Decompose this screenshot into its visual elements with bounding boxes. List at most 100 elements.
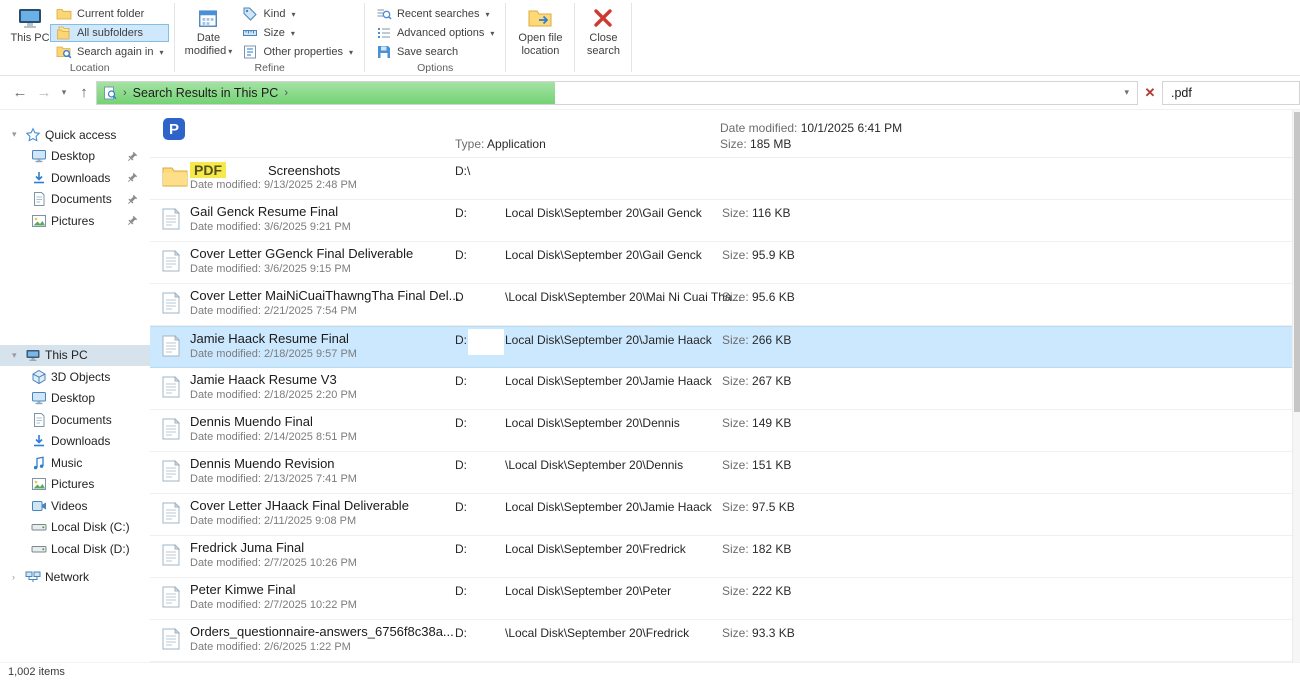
result-row[interactable]: Fredrick Juma Final Date modified: 2/7/20… xyxy=(150,536,1292,578)
this-pc-button[interactable]: This PC xyxy=(10,2,50,45)
result-row-application[interactable]: P Date modified: 10/1/2025 6:41 PM Type:… xyxy=(150,110,1292,158)
sidebar-item-network[interactable]: › Network xyxy=(0,567,150,589)
other-properties-label: Other properties xyxy=(263,46,342,58)
current-folder-label: Current folder xyxy=(77,8,144,20)
application-date: Date modified: 10/1/2025 6:41 PM xyxy=(720,121,902,135)
recent-locations-chevron-icon[interactable]: ▾ xyxy=(56,87,72,98)
location-group-label: Location xyxy=(6,62,173,74)
close-search-label: Close search xyxy=(580,32,626,58)
type-value: Application xyxy=(487,137,546,151)
result-row[interactable]: Cover Letter JHaack Final DeliverableDat… xyxy=(150,494,1292,536)
kind-button[interactable]: Kind ▾ xyxy=(236,5,359,23)
forward-button[interactable]: → xyxy=(32,84,56,101)
refine-group-label: Refine xyxy=(176,62,363,74)
recent-searches-button[interactable]: Recent searches ▾ xyxy=(370,5,500,23)
drive-icon xyxy=(31,541,51,557)
kind-label: Kind xyxy=(263,8,285,20)
file-date-modified: Date modified: 2/7/2025 10:26 PM xyxy=(190,557,357,569)
scrollbar-thumb[interactable] xyxy=(1294,112,1300,412)
file-name: Cover Letter GGenck Final Deliverable xyxy=(190,246,413,261)
all-subfolders-label: All subfolders xyxy=(77,27,143,39)
up-button[interactable]: ↑ xyxy=(72,84,96,101)
address-dropdown-icon[interactable]: ▾ xyxy=(1118,87,1135,98)
address-bar[interactable]: › Search Results in This PC › ▾ xyxy=(96,81,1138,105)
download-icon xyxy=(31,170,51,186)
sidebar-item-label: Network xyxy=(45,570,89,584)
sidebar-item-downloads[interactable]: Downloads xyxy=(0,167,150,189)
open-file-location-button[interactable]: Open file location xyxy=(511,2,569,58)
sidebar-item-local-disk-c-[interactable]: Local Disk (C:) xyxy=(0,517,150,539)
advanced-options-button[interactable]: Advanced options ▾ xyxy=(370,24,500,42)
advanced-options-label: Advanced options xyxy=(397,27,484,39)
sidebar-item-this-pc[interactable]: ▾This PC xyxy=(0,345,150,367)
result-row[interactable]: Cover Letter GGenck Final DeliverableDat… xyxy=(150,242,1292,284)
date-modified-label: Date modified: xyxy=(720,121,797,135)
save-search-label: Save search xyxy=(397,46,458,58)
result-row[interactable]: Cover Letter MaiNiCuaiThawngTha Final De… xyxy=(150,284,1292,326)
explorer-body: ▾Quick accessDesktopDownloadsDocumentsPi… xyxy=(0,110,1300,662)
sidebar-item-pictures[interactable]: Pictures xyxy=(0,474,150,496)
breadcrumb-chevron-icon[interactable]: › xyxy=(121,87,129,99)
sidebar-item-videos[interactable]: Videos xyxy=(0,495,150,517)
document-icon xyxy=(162,208,180,230)
vertical-scrollbar[interactable] xyxy=(1292,110,1300,662)
sidebar-item-label: 3D Objects xyxy=(51,370,110,384)
result-row[interactable]: Jamie Haack Resume FinalDate modified: 2… xyxy=(150,326,1292,368)
search-again-in-button[interactable]: Search again in ▾ xyxy=(50,43,169,61)
properties-icon xyxy=(242,44,258,60)
sidebar-item-label: Downloads xyxy=(51,171,110,185)
search-input[interactable] xyxy=(1163,86,1299,100)
file-name: Gail Genck Resume Final xyxy=(190,204,338,219)
file-name: Cover Letter JHaack Final Deliverable xyxy=(190,498,409,513)
expand-chevron-icon[interactable]: ▾ xyxy=(12,350,25,361)
expand-chevron-icon[interactable]: › xyxy=(12,572,25,582)
result-row[interactable]: Orders_questionnaire-answers_6756f8c38a.… xyxy=(150,620,1292,662)
file-path: \Local Disk\September 20\Mai Ni Cuai Tha… xyxy=(505,290,742,304)
sidebar-item-3d-objects[interactable]: 3D Objects xyxy=(0,366,150,388)
back-button[interactable]: ← xyxy=(8,84,32,101)
result-row[interactable]: PDFScreenshotsDate modified: 9/13/2025 2… xyxy=(150,158,1292,200)
monitor-icon xyxy=(31,390,51,406)
calendar-icon xyxy=(197,4,219,32)
other-properties-button[interactable]: Other properties ▾ xyxy=(236,43,359,61)
file-size: Size: 182 KB xyxy=(722,542,791,556)
expand-chevron-icon[interactable]: ▾ xyxy=(12,129,25,140)
file-date-modified: Date modified: 2/18/2025 9:57 PM xyxy=(190,348,357,360)
result-row[interactable]: Peter Kimwe FinalDate modified: 2/7/2025… xyxy=(150,578,1292,620)
result-row[interactable]: Gail Genck Resume FinalDate modified: 3/… xyxy=(150,200,1292,242)
file-name: Fredrick Juma Final xyxy=(190,540,304,555)
file-name: Dennis Muendo Revision xyxy=(190,456,335,471)
sidebar-item-desktop[interactable]: Desktop xyxy=(0,146,150,168)
sidebar-item-music[interactable]: Music xyxy=(0,452,150,474)
breadcrumb-chevron-icon[interactable]: › xyxy=(282,87,290,99)
all-subfolders-button[interactable]: All subfolders xyxy=(50,24,169,42)
size-button[interactable]: Size ▾ xyxy=(236,24,359,42)
sidebar-item-downloads[interactable]: Downloads xyxy=(0,431,150,453)
sidebar-item-documents[interactable]: Documents xyxy=(0,409,150,431)
result-row[interactable]: Dennis Muendo RevisionDate modified: 2/1… xyxy=(150,452,1292,494)
sidebar-item-quick-access[interactable]: ▾Quick access xyxy=(0,124,150,146)
ribbon-separator xyxy=(631,3,632,72)
sidebar-item-label: Local Disk (D:) xyxy=(51,542,130,556)
file-path: Local Disk\September 20\Jamie Haack xyxy=(505,374,712,388)
file-path: \Local Disk\September 20\Dennis xyxy=(505,458,683,472)
pic-icon xyxy=(31,476,51,492)
current-folder-button[interactable]: Current folder xyxy=(50,5,169,23)
save-search-button[interactable]: Save search xyxy=(370,43,500,61)
sidebar-item-local-disk-d-[interactable]: Local Disk (D:) xyxy=(0,538,150,560)
ribbon-group-refine: Date modified▾ Kind ▾ Size ▾ Other prope… xyxy=(176,0,363,75)
stop-search-button[interactable]: ✕ xyxy=(1138,77,1162,109)
result-row[interactable]: Jamie Haack Resume V3Date modified: 2/18… xyxy=(150,368,1292,410)
sidebar-item-desktop[interactable]: Desktop xyxy=(0,388,150,410)
result-row[interactable]: Dennis Muendo FinalDate modified: 2/14/2… xyxy=(150,410,1292,452)
file-path: Local Disk\September 20\Peter xyxy=(505,584,671,598)
sidebar-item-pictures[interactable]: Pictures xyxy=(0,210,150,232)
kind-tag-icon xyxy=(242,6,258,22)
redaction-box xyxy=(468,329,504,355)
date-modified-button[interactable]: Date modified▾ xyxy=(180,2,236,58)
sidebar-item-label: Desktop xyxy=(51,391,95,405)
sidebar-item-documents[interactable]: Documents xyxy=(0,189,150,211)
breadcrumb[interactable]: Search Results in This PC xyxy=(133,86,279,100)
close-search-button[interactable]: Close search xyxy=(580,2,626,58)
navigation-pane: ▾Quick accessDesktopDownloadsDocumentsPi… xyxy=(0,110,150,662)
